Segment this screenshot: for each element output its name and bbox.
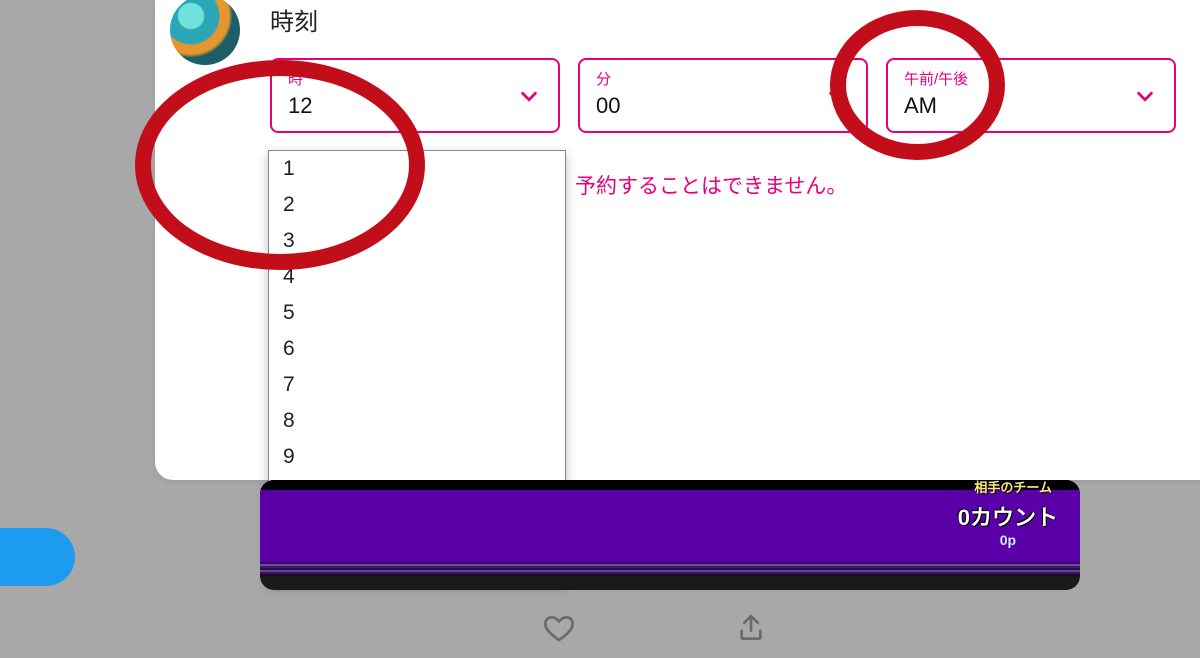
hour-option[interactable]: 6: [269, 331, 565, 367]
time-selects-row: 時 12 分 00 午前/午後 AM: [270, 58, 1176, 133]
hour-option[interactable]: 7: [269, 367, 565, 403]
hour-option[interactable]: 1: [269, 151, 565, 187]
team-label: 相手のチーム: [974, 480, 1052, 496]
field-label: 時: [288, 68, 542, 89]
count-sub: 0p: [958, 532, 1058, 548]
ampm-select[interactable]: 午前/午後 AM: [886, 58, 1176, 133]
media-image: 相手のチーム 0カウント 0p: [260, 480, 1080, 576]
hour-option[interactable]: 4: [269, 259, 565, 295]
hour-select[interactable]: 時 12: [270, 58, 560, 133]
field-value: 12: [288, 93, 542, 119]
count-primary: 0カウント: [958, 500, 1058, 532]
tweet-media-card[interactable]: 相手のチーム 0カウント 0p: [260, 480, 1080, 590]
minute-select[interactable]: 分 00: [578, 58, 868, 133]
field-label: 分: [596, 68, 850, 89]
hour-option[interactable]: 3: [269, 223, 565, 259]
section-label-time: 時刻: [270, 2, 318, 37]
field-value: AM: [904, 93, 1158, 119]
status-badge: 0カウント 0p: [958, 500, 1058, 548]
schedule-error-text: 予約することはできません。: [575, 170, 847, 200]
compose-tweet-button[interactable]: [0, 528, 75, 586]
hour-option[interactable]: 2: [269, 187, 565, 223]
hour-option[interactable]: 9: [269, 439, 565, 475]
chevron-down-icon: [826, 85, 848, 107]
field-value: 00: [596, 93, 850, 119]
share-icon[interactable]: [735, 612, 767, 644]
like-icon[interactable]: [543, 612, 575, 644]
chevron-down-icon: [518, 85, 540, 107]
chevron-down-icon: [1134, 85, 1156, 107]
field-label: 午前/午後: [904, 68, 1158, 89]
tweet-action-row: [155, 600, 1155, 655]
hour-option[interactable]: 8: [269, 403, 565, 439]
avatar: [170, 0, 240, 65]
hour-option[interactable]: 5: [269, 295, 565, 331]
